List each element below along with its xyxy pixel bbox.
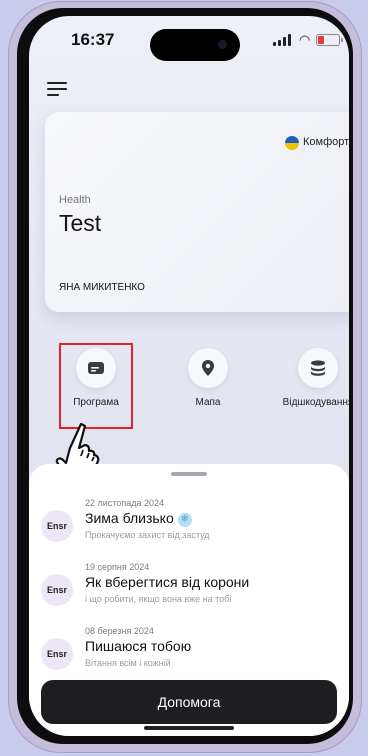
dynamic-island	[150, 29, 240, 61]
map-pin-icon	[188, 348, 228, 388]
card-title: Test	[59, 210, 102, 236]
news-title: Пишаюся тобою	[85, 638, 192, 654]
wifi-icon: ◠	[299, 32, 311, 47]
news-subtitle: Прокачуємо захист від застуд	[85, 530, 210, 540]
home-indicator[interactable]	[144, 726, 234, 730]
card-holder-name: ЯНА МИКИТЕНКО	[59, 282, 145, 293]
map-action[interactable]: Мапа	[165, 348, 251, 408]
insurance-card[interactable]: Комфорт Health Test ЯНА МИКИТЕНКО	[45, 112, 349, 312]
news-date: 08 березня 2024	[85, 626, 154, 636]
news-subtitle: Вітання всім і кожній	[85, 658, 171, 668]
news-title: Зима близько ❄	[85, 510, 192, 527]
news-avatar: Ensr	[41, 638, 73, 670]
hamburger-menu-icon[interactable]	[47, 82, 67, 98]
news-title: Як вберегтися від корони	[85, 574, 250, 590]
phone-bezel: 16:37 ◠ Комфорт Health Test ЯНА МИКИТЕНК…	[17, 8, 353, 744]
news-item[interactable]: Ensr 22 листопада 2024 Зима близько ❄ Про…	[41, 494, 341, 550]
app-screen: 16:37 ◠ Комфорт Health Test ЯНА МИКИТЕНК…	[29, 16, 349, 736]
news-avatar: Ensr	[41, 510, 73, 542]
help-button[interactable]: Допомога	[41, 680, 337, 724]
sheet-handle[interactable]	[171, 472, 207, 476]
status-time: 16:37	[71, 30, 115, 49]
tariff-label: Комфорт	[303, 136, 349, 148]
snowflake-icon: ❄	[177, 513, 192, 527]
ukraine-flag-icon	[285, 136, 299, 150]
news-item[interactable]: Ensr 19 серпня 2024 Як вберегтися від ко…	[41, 558, 341, 614]
highlight-box	[59, 343, 133, 429]
coins-icon	[298, 348, 338, 388]
news-subtitle: і що робити, якщо вона вже на тобі	[85, 594, 232, 604]
reimbursement-action[interactable]: Відшкодування	[275, 348, 349, 408]
reimbursement-label: Відшкодування	[282, 397, 349, 408]
news-avatar: Ensr	[41, 574, 73, 606]
camera-icon	[218, 40, 227, 49]
signal-icon	[273, 34, 299, 46]
map-label: Мапа	[195, 397, 221, 408]
news-date: 22 листопада 2024	[85, 498, 164, 508]
news-date: 19 серпня 2024	[85, 562, 150, 572]
phone-frame: 16:37 ◠ Комфорт Health Test ЯНА МИКИТЕНК…	[9, 2, 361, 752]
status-bar: 16:37 ◠	[29, 16, 349, 61]
battery-icon	[316, 34, 343, 46]
card-category: Health	[59, 194, 91, 206]
news-item[interactable]: Ensr 08 березня 2024 Пишаюся тобою Вітан…	[41, 622, 341, 678]
